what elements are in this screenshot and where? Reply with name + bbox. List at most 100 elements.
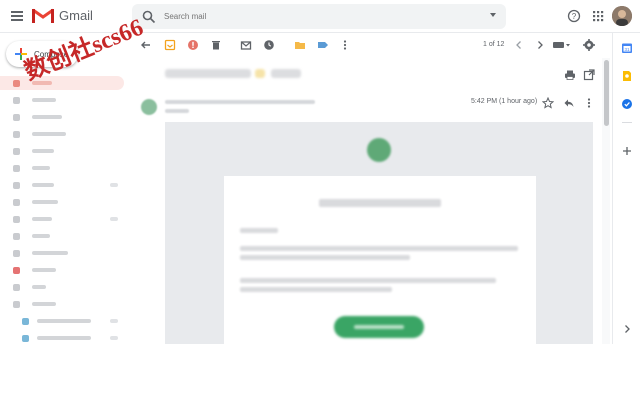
email-html-body xyxy=(165,122,593,344)
nav-label-blurred xyxy=(37,336,91,340)
sidebar-item[interactable] xyxy=(0,229,124,243)
sidebar-item[interactable] xyxy=(0,178,124,192)
side-panel-divider xyxy=(622,122,632,123)
delete-icon[interactable] xyxy=(210,39,222,51)
sidebar-item[interactable] xyxy=(0,314,124,328)
nav-icon xyxy=(13,97,20,104)
nav-icon xyxy=(13,301,20,308)
calendar-icon[interactable]: 31 xyxy=(621,42,633,54)
gmail-logo-icon xyxy=(32,8,54,23)
scrollbar-thumb[interactable] xyxy=(604,60,609,126)
prev-chevron-icon[interactable] xyxy=(513,39,525,51)
add-icon[interactable] xyxy=(621,145,633,157)
menu-icon[interactable] xyxy=(11,9,25,23)
gmail-window: Gmail ? xyxy=(0,0,640,344)
message-timestamp: 5:42 PM (1 hour ago) xyxy=(471,98,538,105)
subject-blurred xyxy=(165,69,251,78)
nav-label-blurred xyxy=(32,166,50,170)
sidebar-item[interactable] xyxy=(0,195,124,209)
nav-label-blurred xyxy=(32,183,54,187)
next-chevron-icon[interactable] xyxy=(534,39,546,51)
star-icon[interactable] xyxy=(542,97,554,109)
sidebar-item[interactable] xyxy=(0,246,124,260)
nav-label-blurred xyxy=(37,319,91,323)
more-vert-icon[interactable] xyxy=(339,39,351,51)
report-spam-icon[interactable] xyxy=(187,39,199,51)
sidebar-item[interactable] xyxy=(0,297,124,311)
left-sidebar: Compose xyxy=(0,33,132,344)
side-panel: 31 xyxy=(612,33,640,344)
email-content-card xyxy=(224,176,536,344)
email-cta-button[interactable] xyxy=(334,316,424,338)
email-paragraph-blurred xyxy=(240,246,518,251)
sidebar-item[interactable] xyxy=(0,263,124,277)
email-paragraph-blurred xyxy=(240,278,496,283)
sidebar-item-inbox[interactable] xyxy=(0,76,124,90)
nav-label-color-icon xyxy=(13,267,20,274)
nav-count-blurred xyxy=(110,319,118,323)
sidebar-item[interactable] xyxy=(0,127,124,141)
gmail-logo[interactable]: Gmail xyxy=(32,7,93,24)
sidebar-item[interactable] xyxy=(0,331,124,344)
brand-logo xyxy=(367,138,391,162)
archive-icon[interactable] xyxy=(164,39,176,51)
nav-icon xyxy=(13,199,20,206)
search-bar[interactable] xyxy=(132,4,506,29)
keep-icon[interactable] xyxy=(621,70,633,82)
message-view: 5:42 PM (1 hour ago) xyxy=(132,58,608,344)
reply-icon[interactable] xyxy=(563,97,575,109)
search-options-caret-icon[interactable] xyxy=(490,13,496,17)
sidebar-item[interactable] xyxy=(0,161,124,175)
sidebar-item[interactable] xyxy=(0,93,124,107)
search-input[interactable] xyxy=(164,12,464,21)
nav-icon xyxy=(13,250,20,257)
nav-label-blurred xyxy=(32,217,52,221)
email-paragraph-blurred xyxy=(240,287,392,292)
expand-chevron-icon[interactable] xyxy=(621,323,633,335)
labels-icon[interactable] xyxy=(317,39,329,51)
svg-text:?: ? xyxy=(572,12,577,21)
nav-label-blurred xyxy=(32,200,58,204)
sidebar-item[interactable] xyxy=(0,280,124,294)
print-icon[interactable] xyxy=(564,69,576,81)
app-name: Gmail xyxy=(59,8,93,23)
snooze-icon[interactable] xyxy=(263,39,275,51)
nav-icon xyxy=(13,284,20,291)
nav-icon xyxy=(13,165,20,172)
more-vert-icon[interactable] xyxy=(583,97,595,109)
nav-icon xyxy=(13,216,20,223)
sidebar-item[interactable] xyxy=(0,110,124,124)
nav-icon xyxy=(13,148,20,155)
sidebar-item[interactable] xyxy=(0,144,124,158)
nav-label-blurred xyxy=(32,98,56,102)
mark-unread-icon[interactable] xyxy=(240,39,252,51)
pagination-text: 1 of 12 xyxy=(483,41,505,48)
blank-area xyxy=(0,344,640,400)
nav-icon xyxy=(13,114,20,121)
account-avatar[interactable] xyxy=(612,6,632,26)
sidebar-item[interactable] xyxy=(0,212,124,226)
nav-label-blurred xyxy=(32,302,56,306)
sender-avatar[interactable] xyxy=(141,99,157,115)
nav-count-blurred xyxy=(110,183,118,187)
back-arrow-icon[interactable] xyxy=(140,39,152,51)
nav-count-blurred xyxy=(110,217,118,221)
sender-line-blurred xyxy=(165,100,315,104)
search-icon[interactable] xyxy=(142,10,156,24)
settings-gear-icon[interactable] xyxy=(583,39,595,51)
nav-label-color-icon xyxy=(22,318,29,325)
open-new-window-icon[interactable] xyxy=(583,69,595,81)
move-to-icon[interactable] xyxy=(294,39,306,51)
nav-count-blurred xyxy=(110,336,118,340)
email-greeting-blurred xyxy=(240,228,278,233)
nav-icon xyxy=(13,182,20,189)
help-icon[interactable]: ? xyxy=(567,9,581,23)
nav-label-blurred xyxy=(32,251,68,255)
avatar-photo xyxy=(612,6,632,26)
keyboard-icon[interactable] xyxy=(552,39,572,51)
nav-icon xyxy=(13,131,20,138)
apps-grid-icon[interactable] xyxy=(591,9,605,23)
nav-label-blurred xyxy=(32,285,46,289)
nav-label-blurred xyxy=(32,115,62,119)
tasks-icon[interactable] xyxy=(621,98,633,110)
